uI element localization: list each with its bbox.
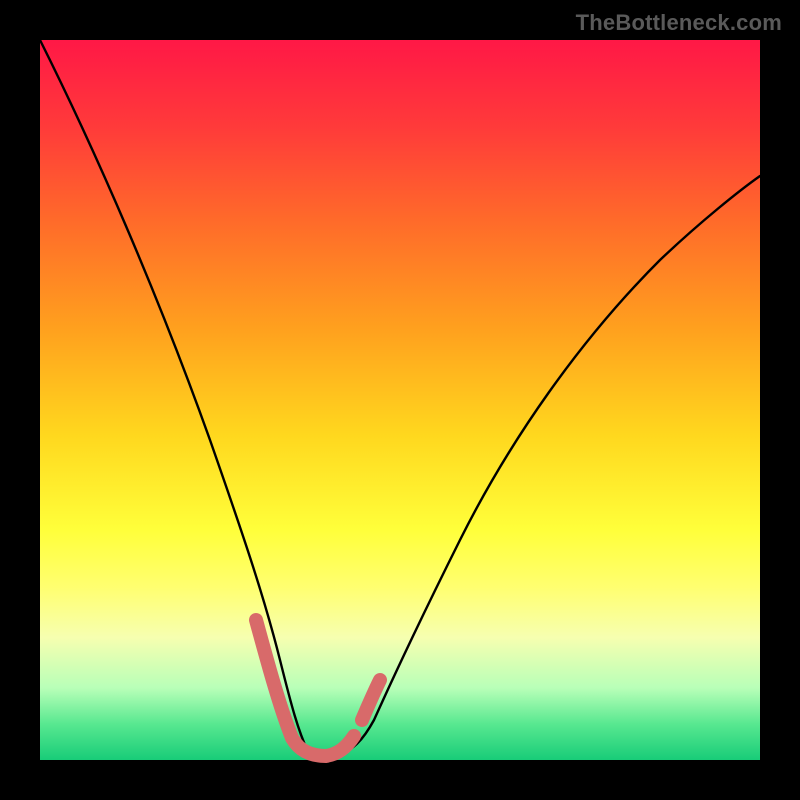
highlight-segment-left bbox=[256, 620, 354, 756]
plot-area bbox=[40, 40, 760, 760]
bottleneck-curve bbox=[40, 40, 760, 755]
watermark-text: TheBottleneck.com bbox=[576, 10, 782, 36]
bottleneck-curve-svg bbox=[40, 40, 760, 760]
chart-container: TheBottleneck.com bbox=[0, 0, 800, 800]
